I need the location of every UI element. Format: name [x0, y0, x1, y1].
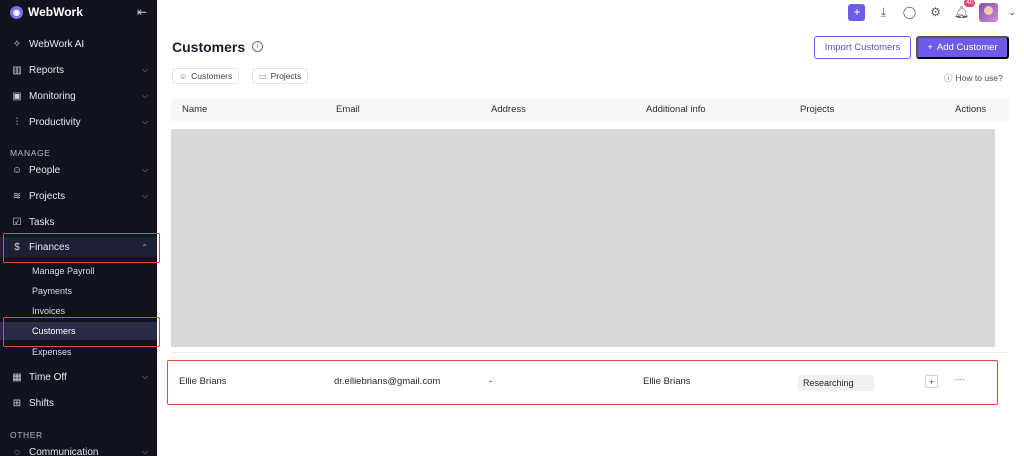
- column-header-projects[interactable]: Projects: [800, 104, 834, 115]
- monitor-icon: ▣: [12, 90, 22, 102]
- chevron-down-icon[interactable]: ⌄: [1008, 7, 1016, 18]
- info-icon[interactable]: i: [252, 41, 263, 52]
- add-project-button[interactable]: +: [925, 375, 938, 388]
- sidebar-item-communication[interactable]: ◌ Communication ⌵: [0, 442, 157, 456]
- notification-count-badge: 40: [964, 0, 976, 7]
- row-divider: [171, 352, 1009, 353]
- how-to-use-link[interactable]: ⓘ How to use?: [944, 72, 1003, 84]
- sidebar-subitem-payments[interactable]: Payments: [0, 282, 157, 300]
- column-header-name[interactable]: Name: [182, 104, 207, 115]
- chevron-down-icon: ⌵: [141, 91, 148, 100]
- page-title: Customers: [172, 39, 246, 55]
- sidebar-item-people[interactable]: ☺ People ⌵: [0, 160, 157, 180]
- sparkle-icon: ✧: [12, 38, 22, 50]
- chat-bubble-icon[interactable]: ◯: [901, 4, 917, 20]
- import-customers-button[interactable]: Import Customers: [814, 36, 911, 59]
- add-customer-button[interactable]: + Add Customer: [916, 36, 1009, 59]
- filter-projects-chip[interactable]: ▭ Projects: [252, 68, 309, 84]
- redacted-rows-placeholder: [171, 129, 995, 347]
- quick-add-button[interactable]: +: [848, 3, 866, 21]
- chevron-down-icon: ⌵: [141, 165, 148, 174]
- plus-icon: +: [927, 42, 933, 53]
- bell-icon[interactable]: 🔔︎ 40: [953, 0, 976, 20]
- gear-icon[interactable]: ⚙: [927, 4, 943, 20]
- calendar-icon: ▦: [12, 371, 22, 383]
- section-title-other: OTHER: [10, 430, 43, 440]
- sidebar-item-webwork-ai[interactable]: ✧ WebWork AI: [0, 34, 157, 54]
- chevron-down-icon: ⌵: [141, 372, 148, 381]
- highlight-finances: [3, 233, 160, 263]
- topbar-actions: + ⤓ ◯ ⚙ 🔔︎ 40 ⌄: [848, 0, 1016, 22]
- table-header: Name Email Address Additional info Proje…: [171, 99, 1009, 121]
- column-header-actions: Actions: [955, 104, 987, 115]
- cell-email: dr.elliebrians@gmail.com: [334, 376, 441, 387]
- shifts-icon: ⊞: [12, 397, 22, 409]
- cell-address: -: [489, 376, 493, 387]
- sidebar: ◉ WebWork ⇤ ✧ WebWork AI ▥ Reports ⌵ ▣ M…: [0, 0, 160, 456]
- sidebar-item-productivity[interactable]: ⫶ Productivity ⌵: [0, 112, 157, 132]
- sidebar-item-tasks[interactable]: ☑ Tasks: [0, 212, 157, 232]
- chevron-down-icon: ⌵: [141, 447, 148, 456]
- column-header-additional-info[interactable]: Additional info: [646, 104, 706, 115]
- people-icon: ☺: [179, 71, 188, 81]
- filter-customers-chip[interactable]: ☺ Customers: [172, 68, 240, 84]
- briefcase-icon: ▭: [259, 71, 267, 81]
- more-actions-button[interactable]: ···: [955, 374, 965, 385]
- column-header-address[interactable]: Address: [491, 104, 526, 115]
- sidebar-item-shifts[interactable]: ⊞ Shifts: [0, 393, 157, 413]
- column-header-email[interactable]: Email: [336, 104, 360, 115]
- brand-name: WebWork: [28, 5, 83, 19]
- sidebar-subitem-manage-payroll[interactable]: Manage Payroll: [0, 262, 157, 280]
- sidebar-item-reports[interactable]: ▥ Reports ⌵: [0, 60, 157, 80]
- chevron-down-icon: ⌵: [141, 191, 148, 200]
- brand-logo[interactable]: ◉ WebWork: [10, 5, 83, 19]
- webwork-logo-icon: ◉: [10, 5, 23, 19]
- people-icon: ☺: [11, 164, 23, 176]
- section-title-manage: MANAGE: [10, 148, 51, 158]
- sidebar-item-monitoring[interactable]: ▣ Monitoring ⌵: [0, 86, 157, 106]
- chat-icon: ◌: [14, 446, 20, 456]
- sidebar-item-projects[interactable]: ≋ Projects ⌵: [0, 186, 157, 206]
- chevron-down-icon: ⌵: [141, 117, 148, 126]
- sidebar-subitem-expenses[interactable]: Expenses: [0, 343, 157, 361]
- chart-icon: ▥: [12, 64, 22, 76]
- project-tag[interactable]: Researching: [798, 375, 874, 391]
- productivity-icon: ⫶: [15, 116, 19, 128]
- layers-icon: ≋: [12, 190, 22, 202]
- chevron-down-icon: ⌵: [141, 65, 148, 74]
- sidebar-item-time-off[interactable]: ▦ Time Off ⌵: [0, 367, 157, 387]
- logo-row: ◉ WebWork ⇤: [0, 0, 157, 24]
- cell-additional-info: Ellie Brians: [643, 376, 691, 387]
- download-icon[interactable]: ⤓: [875, 4, 891, 20]
- help-icon: ⓘ: [944, 73, 953, 83]
- cell-name[interactable]: Ellie Brians: [179, 376, 227, 387]
- task-icon: ☑: [12, 216, 22, 228]
- collapse-sidebar-icon[interactable]: ⇤: [137, 5, 147, 19]
- app-root: ◉ WebWork ⇤ ✧ WebWork AI ▥ Reports ⌵ ▣ M…: [0, 0, 1024, 456]
- user-avatar[interactable]: [979, 2, 999, 22]
